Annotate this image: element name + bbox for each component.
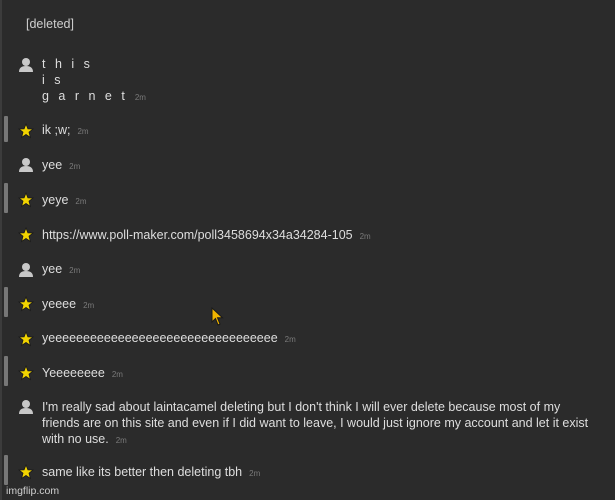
comment-text-content: same like its better then deleting tbh [42, 465, 243, 479]
thread-indicator [4, 455, 8, 485]
comment-item[interactable]: yeeeeeeeeeeeeeeeeeeeeeeeeeeeeeeeee 2m [2, 322, 615, 352]
comment-item[interactable]: ik ;w; 2m [2, 116, 615, 144]
comment-timestamp: 2m [359, 232, 371, 241]
comment-item[interactable]: Yeeeeeeee 2m [2, 356, 615, 386]
star-icon[interactable] [17, 364, 35, 381]
comment-text-content: yeeee [42, 297, 77, 311]
comment-line: i s [42, 73, 64, 87]
user-icon[interactable] [18, 262, 34, 278]
comment-text: Yeeeeeeee 2m [42, 365, 595, 383]
comment-text: https://www.poll-maker.com/poll3458694x3… [42, 227, 595, 245]
user-icon[interactable] [18, 399, 34, 415]
comment-timestamp: 2m [111, 370, 123, 379]
thread-indicator [4, 116, 8, 142]
comment-timestamp: 2m [69, 162, 81, 171]
comment-text-content: yee [42, 262, 63, 276]
comment-timestamp: 2m [83, 301, 95, 310]
comment-text: yeeeeeeeeeeeeeeeeeeeeeeeeeeeeeeeee 2m [42, 330, 595, 348]
comment-text-content: yeye [42, 193, 69, 207]
comment-text: same like its better then deleting tbh 2m [42, 464, 595, 482]
comment-text: yeeee 2m [42, 296, 595, 314]
star-icon[interactable] [17, 122, 35, 139]
comment-thread-panel: [deleted] t h i s i s g a r n e t 2m ik ;… [0, 0, 615, 500]
user-icon[interactable] [18, 157, 34, 173]
comment-text-content: Yeeeeeeee [42, 366, 105, 380]
comment-line: t h i s [42, 57, 93, 71]
comment-timestamp: 2m [249, 469, 261, 478]
thread-indicator [4, 183, 8, 213]
comment-item[interactable]: same like its better then deleting tbh 2m [2, 455, 615, 485]
comment-text-content: ik ;w; [42, 123, 71, 137]
comment-text: I'm really sad about laintacamel deletin… [42, 399, 595, 449]
comment-item[interactable]: I'm really sad about laintacamel deletin… [2, 390, 615, 450]
star-icon[interactable] [17, 295, 35, 312]
thread-indicator [4, 287, 8, 317]
comment-item[interactable]: yee 2m [2, 150, 615, 178]
comment-text: yeye 2m [42, 192, 595, 210]
comment-text: yee 2m [42, 157, 595, 175]
star-icon[interactable] [17, 191, 35, 208]
star-icon[interactable] [17, 463, 35, 480]
comment-link[interactable]: https://www.poll-maker.com/poll3458694x3… [42, 228, 353, 242]
comment-line: g a r n e t 2m [42, 88, 595, 106]
comment-text: yee 2m [42, 261, 595, 279]
comment-text-content: yeeeeeeeeeeeeeeeeeeeeeeeeeeeeeeeee [42, 331, 278, 345]
star-icon[interactable] [17, 330, 35, 347]
comment-text: t h i s i s g a r n e t 2m [42, 56, 595, 106]
star-icon[interactable] [17, 226, 35, 243]
user-icon[interactable] [18, 57, 34, 73]
deleted-comment-label: [deleted] [26, 17, 74, 31]
mouse-cursor-icon [211, 306, 225, 327]
comment-text-content: yee [42, 158, 63, 172]
comment-line-text: g a r n e t [42, 89, 128, 103]
comment-item[interactable]: https://www.poll-maker.com/poll3458694x3… [2, 218, 615, 248]
comment-item[interactable]: yeeee 2m [2, 287, 615, 317]
comment-timestamp: 2m [69, 266, 81, 275]
watermark: imgflip.com [6, 485, 60, 497]
comment-timestamp: 2m [115, 436, 127, 445]
comment-text: ik ;w; 2m [42, 122, 595, 140]
comment-item[interactable]: yee 2m [2, 253, 615, 283]
comment-timestamp: 2m [77, 127, 89, 136]
comment-timestamp: 2m [284, 335, 296, 344]
comment-timestamp: 2m [75, 197, 87, 206]
comment-item[interactable]: t h i s i s g a r n e t 2m [2, 56, 615, 106]
comment-item[interactable]: yeye 2m [2, 183, 615, 213]
thread-indicator [4, 356, 8, 386]
comment-timestamp: 2m [134, 93, 146, 102]
